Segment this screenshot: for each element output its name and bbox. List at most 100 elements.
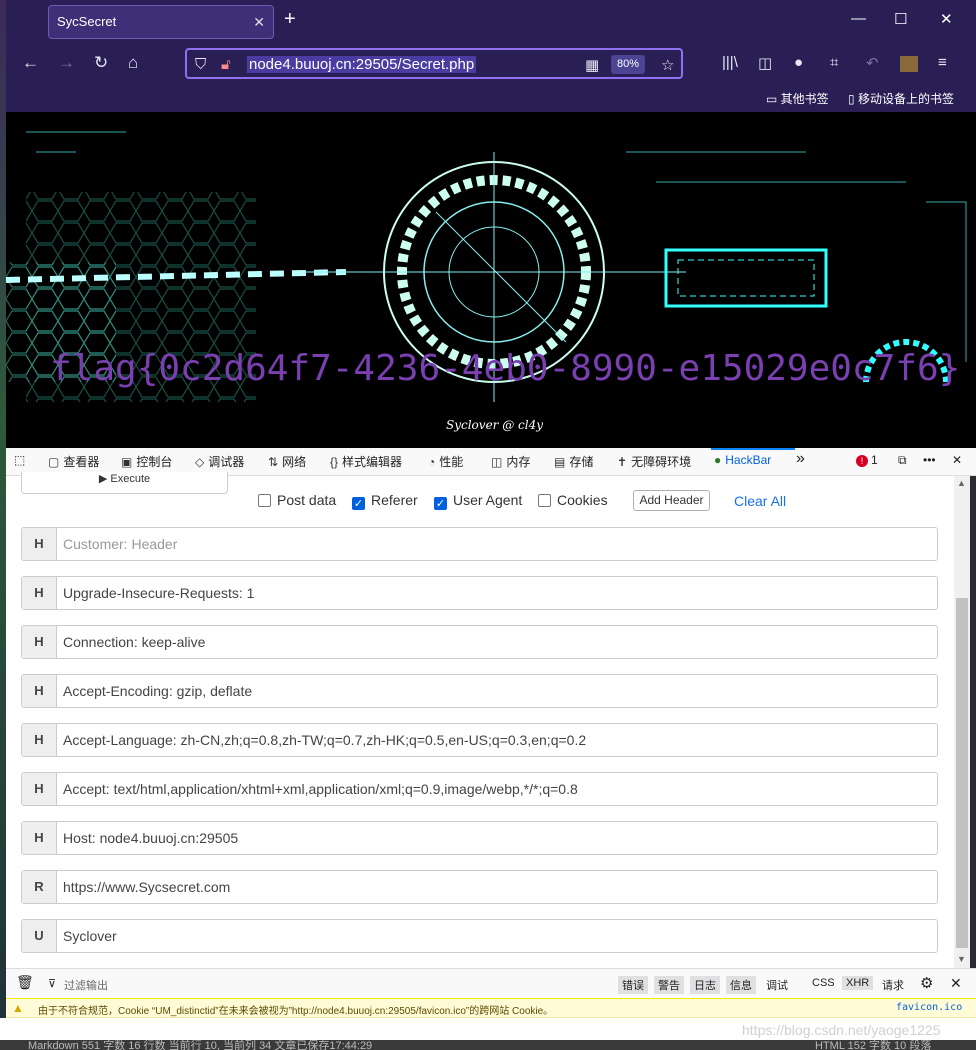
add-header-button[interactable]: Add Header bbox=[633, 490, 710, 511]
post-data-checkbox[interactable] bbox=[258, 494, 271, 507]
undo-icon[interactable]: ↶ bbox=[866, 54, 879, 72]
more-tabs-icon[interactable]: » bbox=[796, 450, 805, 468]
scroll-thumb[interactable] bbox=[956, 598, 968, 948]
header-row[interactable]: H Accept-Encoding: gzip, deflate bbox=[21, 674, 938, 708]
credit-text: Syclover @ cl4y bbox=[446, 418, 544, 432]
extension-avatar-icon[interactable] bbox=[900, 56, 918, 72]
home-button[interactable]: ⌂ bbox=[128, 53, 138, 73]
sidebar-icon[interactable]: ◫ bbox=[758, 54, 772, 72]
star-icon[interactable]: ☆ bbox=[661, 56, 674, 74]
hackbar-panel: ▶ Execute Post data ✓ Referer ✓ User Agent… bbox=[6, 472, 954, 968]
zoom-level[interactable]: 80% bbox=[611, 55, 646, 74]
user-agent-checkbox[interactable]: ✓ bbox=[434, 497, 447, 510]
header-input[interactable]: Accept-Language: zh-CN,zh;q=0.8,zh-TW;q=… bbox=[63, 732, 586, 748]
filter-logs[interactable]: 日志 bbox=[690, 976, 720, 994]
header-input[interactable]: Upgrade-Insecure-Requests: 1 bbox=[63, 585, 254, 601]
referer-row[interactable]: R https://www.Sycsecret.com bbox=[21, 870, 938, 904]
header-row[interactable]: H Host: node4.buuoj.cn:29505 bbox=[21, 821, 938, 855]
browser-tab[interactable]: SycSecret ✕ bbox=[48, 5, 274, 39]
close-console-icon[interactable]: ✕ bbox=[950, 975, 962, 992]
warning-message: 由于不符合规范，Cookie “UM_distinctid”在未来会被视为”ht… bbox=[38, 1006, 554, 1017]
tab-debugger[interactable]: ◇ 调试器 bbox=[195, 453, 244, 470]
filter-info[interactable]: 信息 bbox=[726, 976, 756, 994]
header-input[interactable]: Accept: text/html,application/xhtml+xml,… bbox=[63, 781, 578, 797]
network-icon: ⇅ bbox=[268, 455, 279, 469]
tab-memory[interactable]: ◫ 内存 bbox=[491, 453, 530, 470]
page-content: flag{0c2d64f7-4236-4eb0-8990-e15029e0c7f… bbox=[6, 112, 976, 448]
header-input[interactable]: Accept-Encoding: gzip, deflate bbox=[63, 683, 252, 699]
filter-errors[interactable]: 错误 bbox=[618, 976, 648, 994]
bookmark-mobile[interactable]: ▯ 移动设备上的书签 bbox=[848, 90, 954, 107]
referer-checkbox[interactable]: ✓ bbox=[352, 497, 365, 510]
referer-input[interactable]: https://www.Sycsecret.com bbox=[63, 879, 230, 895]
header-row[interactable]: H Customer: Header bbox=[21, 527, 938, 561]
tab-accessibility[interactable]: ✝ 无障碍环境 bbox=[617, 453, 691, 470]
warning-source-link[interactable]: favicon.ico bbox=[896, 1002, 962, 1013]
user-agent-input[interactable]: Syclover bbox=[63, 928, 117, 944]
back-button[interactable]: ← bbox=[22, 53, 39, 73]
header-type-badge: H bbox=[22, 724, 57, 756]
post-data-option[interactable]: Post data bbox=[258, 492, 336, 508]
account-icon[interactable]: ● bbox=[794, 54, 803, 71]
maximize-button[interactable]: ☐ bbox=[894, 10, 907, 28]
header-input[interactable]: Connection: keep-alive bbox=[63, 634, 205, 650]
scroll-down-icon[interactable]: ▼ bbox=[957, 954, 966, 964]
tab-performance[interactable]: ◔ 性能 bbox=[428, 453, 463, 470]
filter-requests[interactable]: 请求 bbox=[882, 977, 904, 993]
tab-console[interactable]: ▣ 控制台 bbox=[121, 453, 172, 470]
forward-button[interactable]: → bbox=[58, 53, 75, 73]
crop-icon[interactable]: ⌗ bbox=[830, 54, 838, 71]
qr-code-icon[interactable]: ▦ bbox=[585, 56, 599, 74]
status-right: HTML 152 字数 10 段落 bbox=[815, 1040, 932, 1050]
minimize-button[interactable]: — bbox=[851, 10, 866, 27]
header-input[interactable]: Customer: Header bbox=[63, 536, 177, 552]
header-row[interactable]: H Accept: text/html,application/xhtml+xm… bbox=[21, 772, 938, 806]
header-row[interactable]: H Upgrade-Insecure-Requests: 1 bbox=[21, 576, 938, 610]
tab-close-icon[interactable]: ✕ bbox=[253, 6, 265, 38]
console-warning: ▲ 由于不符合规范，Cookie “UM_distinctid”在未来会被视为”… bbox=[6, 998, 976, 1018]
close-devtools-icon[interactable]: ✕ bbox=[952, 453, 962, 467]
header-row[interactable]: H Accept-Language: zh-CN,zh;q=0.8,zh-TW;… bbox=[21, 723, 938, 757]
close-window-button[interactable]: ✕ bbox=[940, 10, 953, 28]
filter-debug[interactable]: 调试 bbox=[766, 977, 788, 993]
tab-network[interactable]: ⇅ 网络 bbox=[268, 453, 306, 470]
error-count-badge[interactable]: ! 1 bbox=[856, 453, 878, 467]
header-type-badge: H bbox=[22, 773, 57, 805]
tab-storage[interactable]: ▤ 存储 bbox=[554, 453, 593, 470]
header-input[interactable]: Host: node4.buuoj.cn:29505 bbox=[63, 830, 238, 846]
clear-all-link[interactable]: Clear All bbox=[734, 493, 786, 509]
trash-icon[interactable]: 🗑︎ bbox=[16, 974, 34, 991]
url-bar[interactable]: ⛉ 🔓︎ node4.buuoj.cn:29505/Secret.php ▦ 8… bbox=[185, 48, 683, 79]
user-agent-row[interactable]: U Syclover bbox=[21, 919, 938, 953]
tab-hackbar[interactable]: ● HackBar bbox=[714, 453, 771, 467]
scroll-up-icon[interactable]: ▲ bbox=[957, 478, 966, 488]
lock-icon[interactable]: 🔓︎ bbox=[221, 56, 231, 73]
filter-warnings[interactable]: 警告 bbox=[654, 976, 684, 994]
menu-icon[interactable]: ≡ bbox=[938, 54, 947, 71]
filter-xhr[interactable]: XHR bbox=[842, 976, 874, 990]
referer-option[interactable]: ✓ Referer bbox=[352, 492, 418, 510]
panel-scrollbar[interactable]: ▲ ▼ bbox=[954, 476, 970, 968]
header-row[interactable]: H Connection: keep-alive bbox=[21, 625, 938, 659]
cookies-checkbox[interactable] bbox=[538, 494, 551, 507]
user-agent-option[interactable]: ✓ User Agent bbox=[434, 492, 522, 510]
header-type-badge: H bbox=[22, 528, 57, 560]
filter-css[interactable]: CSS bbox=[812, 977, 835, 989]
tab-style-editor[interactable]: {} 样式编辑器 bbox=[330, 453, 402, 470]
shield-icon[interactable]: ⛉ bbox=[195, 56, 206, 73]
library-icon[interactable]: |||\ bbox=[722, 54, 738, 71]
filter-input[interactable]: 过滤输出 bbox=[64, 977, 108, 993]
execute-button[interactable]: ▶ Execute bbox=[21, 472, 228, 494]
bookmark-other[interactable]: ▭ 其他书签 bbox=[766, 90, 829, 107]
cookies-option[interactable]: Cookies bbox=[538, 492, 608, 508]
gear-icon[interactable]: ⚙ bbox=[920, 974, 933, 992]
new-tab-button[interactable]: + bbox=[284, 8, 296, 31]
phone-icon: ▯ bbox=[848, 92, 858, 106]
tab-inspector[interactable]: ▢ 查看器 bbox=[48, 453, 99, 470]
style-editor-icon: {} bbox=[330, 455, 339, 469]
dock-icon[interactable]: ⧉ bbox=[898, 453, 907, 468]
element-picker-icon[interactable]: ⬚ bbox=[14, 453, 25, 467]
reload-button[interactable]: ↻ bbox=[94, 53, 108, 73]
more-options-icon[interactable]: ••• bbox=[923, 453, 936, 467]
url-text[interactable]: node4.buuoj.cn:29505/Secret.php bbox=[247, 56, 477, 73]
